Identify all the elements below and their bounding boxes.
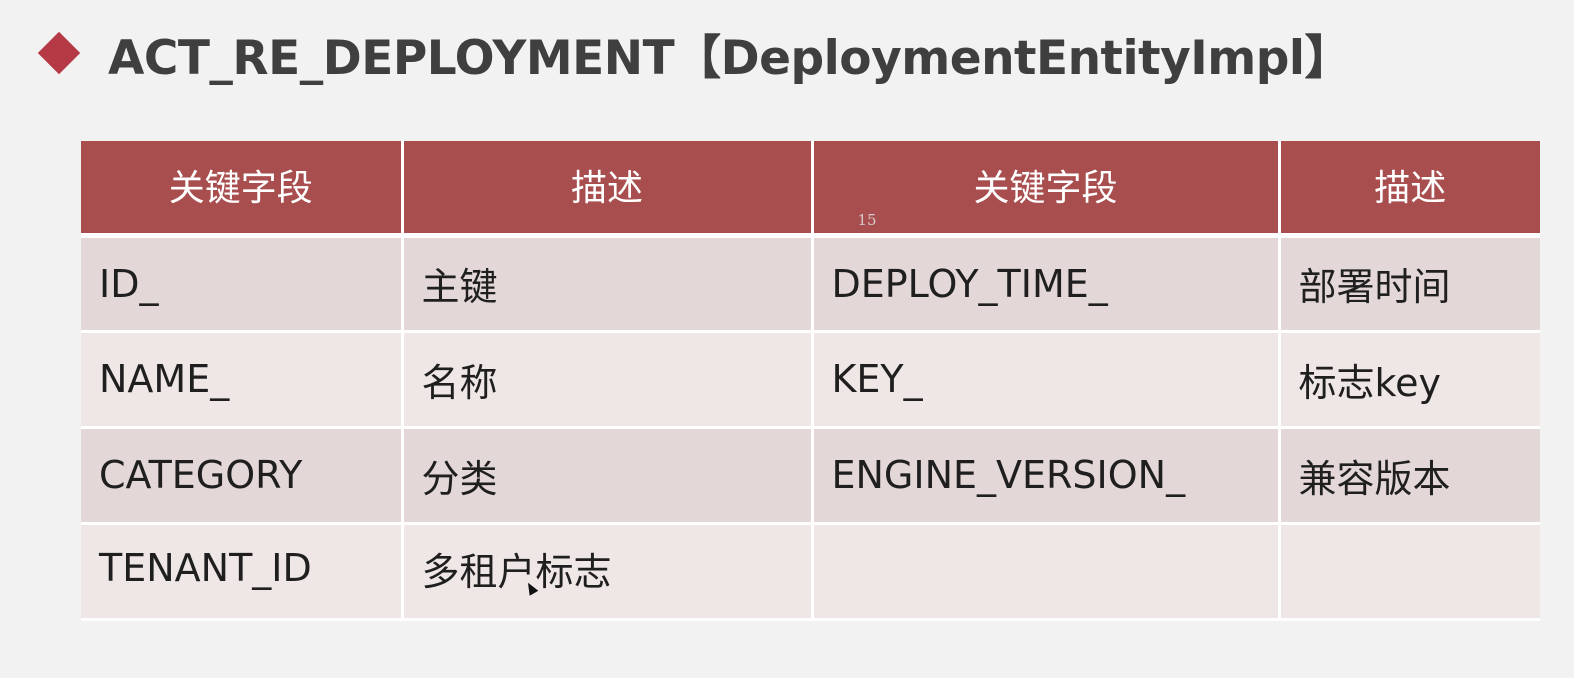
header-key-field-2: 关键字段 15 xyxy=(812,141,1281,238)
field-name-cell: KEY_ xyxy=(812,331,1281,429)
field-description-cell: 兼容版本 xyxy=(1279,427,1540,525)
fields-table: 关键字段 描述 关键字段 15 描述 ID_ 主键 DEPLOY_TIME_ 部… xyxy=(81,141,1540,621)
field-name-cell xyxy=(812,523,1281,621)
diamond-bullet-icon xyxy=(37,31,81,75)
table-header-row: 关键字段 描述 关键字段 15 描述 xyxy=(81,141,1540,238)
table-row: CATEGORY 分类 ENGINE_VERSION_ 兼容版本 xyxy=(81,427,1540,525)
table-row: TENANT_ID 多租户标志 xyxy=(81,523,1540,621)
field-name-cell: ID_ xyxy=(81,235,404,333)
field-description-cell: 部署时间 xyxy=(1279,235,1540,333)
field-description-cell: 名称 xyxy=(402,331,814,429)
table-row: NAME_ 名称 KEY_ 标志key xyxy=(81,331,1540,429)
page-number-marker: 15 xyxy=(857,211,877,229)
field-name-cell: TENANT_ID xyxy=(81,523,404,621)
field-description-cell: 标志key xyxy=(1279,331,1540,429)
field-description-cell xyxy=(1279,523,1540,621)
header-description-2: 描述 xyxy=(1279,141,1540,238)
field-name-cell: NAME_ xyxy=(81,331,404,429)
header-key-field-2-label: 关键字段 xyxy=(973,168,1118,209)
field-description-cell: 主键 xyxy=(402,235,814,333)
header-key-field-1: 关键字段 xyxy=(81,141,404,238)
field-name-cell: ENGINE_VERSION_ xyxy=(812,427,1281,525)
header-description-1: 描述 xyxy=(402,141,814,238)
field-description-cell: 分类 xyxy=(402,427,814,525)
page-title: ACT_RE_DEPLOYMENT【DeploymentEntityImpl】 xyxy=(108,30,1351,86)
field-name-cell: DEPLOY_TIME_ xyxy=(812,235,1281,333)
slide-title: ACT_RE_DEPLOYMENT【DeploymentEntityImpl】 xyxy=(37,18,1351,88)
field-name-cell: CATEGORY xyxy=(81,427,404,525)
table-row: ID_ 主键 DEPLOY_TIME_ 部署时间 xyxy=(81,235,1540,333)
field-description-cell: 多租户标志 xyxy=(402,523,814,621)
